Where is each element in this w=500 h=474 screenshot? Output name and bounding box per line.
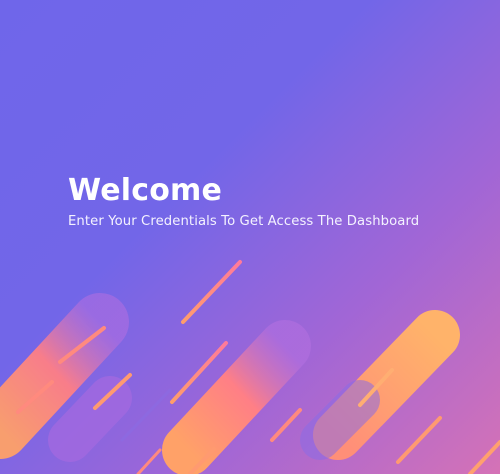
welcome-title: Welcome <box>68 173 223 208</box>
stripe-line <box>468 440 500 474</box>
welcome-subtitle: Enter Your Credentials To Get Access The… <box>68 214 420 229</box>
decorative-stripes <box>0 260 500 474</box>
login-hero-panel: Welcome Enter Your Credentials To Get Ac… <box>0 0 500 474</box>
stripe-line <box>136 448 162 474</box>
stripe-pill <box>48 376 132 462</box>
stripe-pill <box>162 320 311 474</box>
stripe-pill <box>300 380 380 460</box>
stripe-line <box>270 408 302 442</box>
stripe-line <box>181 260 242 324</box>
stripe-line <box>396 416 442 464</box>
